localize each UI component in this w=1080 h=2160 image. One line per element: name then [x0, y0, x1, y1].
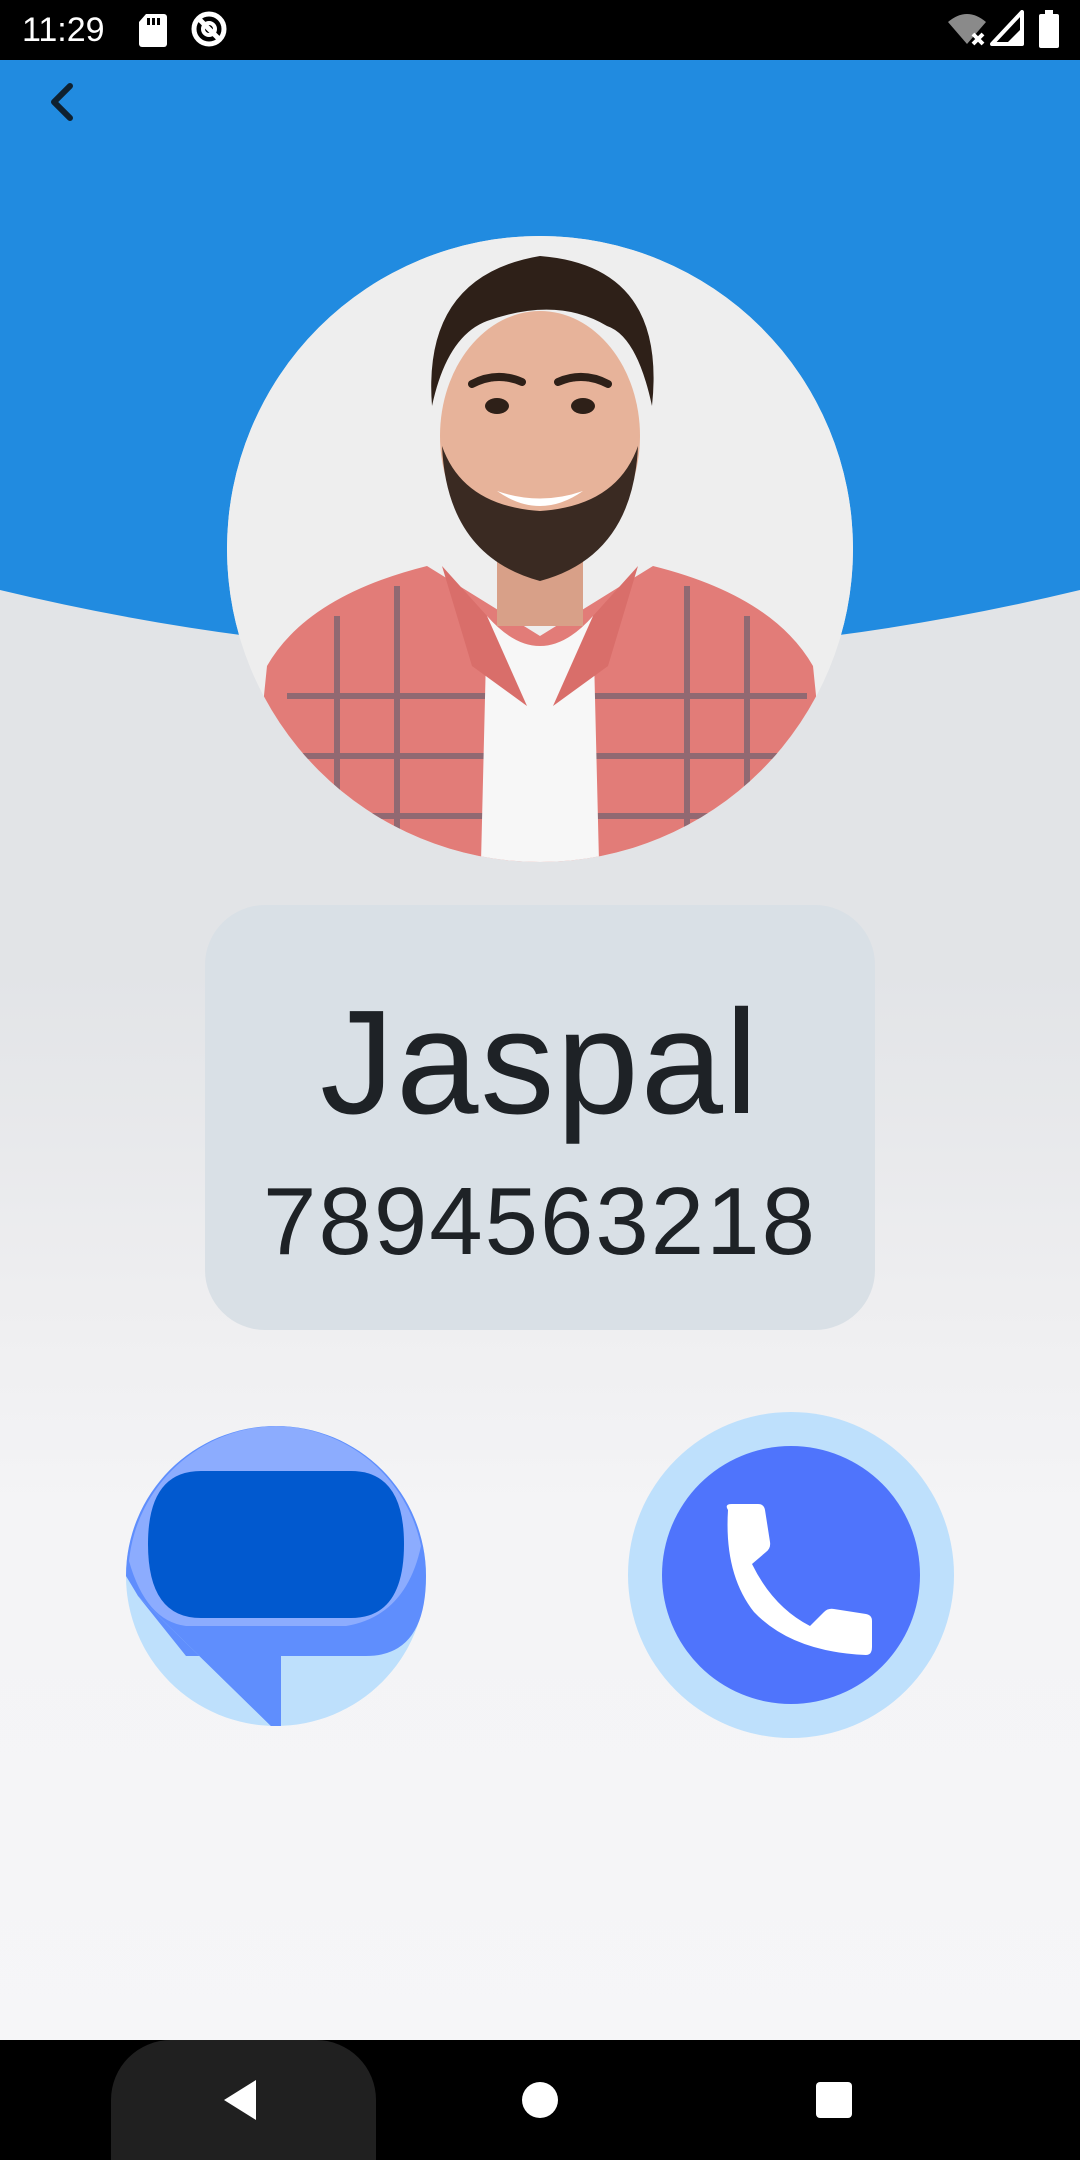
- nav-back-icon: [224, 2080, 256, 2120]
- status-time: 11:29: [22, 11, 105, 49]
- nav-recents-icon: [816, 2082, 852, 2118]
- sd-card-icon: [138, 12, 168, 53]
- back-button[interactable]: [30, 70, 94, 134]
- status-bar: 11:29: [0, 0, 1080, 60]
- message-button[interactable]: [126, 1426, 426, 1727]
- signal-icon: [990, 10, 1024, 51]
- nav-back-button[interactable]: [214, 2074, 266, 2126]
- contact-detail-screen: 11:29 Jaspal 7894563218: [0, 0, 1080, 2160]
- message-bubble-icon: [126, 1426, 426, 1727]
- contact-avatar: [227, 236, 853, 862]
- sync-icon: [190, 10, 228, 53]
- contact-name: Jaspal: [320, 980, 760, 1145]
- nav-recents-button[interactable]: [808, 2074, 860, 2126]
- phone-icon: [628, 1412, 954, 1738]
- nav-home-icon: [522, 2082, 558, 2118]
- battery-icon: [1038, 10, 1060, 53]
- contact-info-card: Jaspal 7894563218: [205, 905, 875, 1330]
- contact-photo: [227, 236, 853, 862]
- wifi-off-icon: [946, 10, 988, 53]
- chevron-left-icon: [51, 83, 73, 121]
- nav-home-button[interactable]: [514, 2074, 566, 2126]
- call-button[interactable]: [628, 1412, 954, 1738]
- contact-number: 7894563218: [263, 1168, 817, 1275]
